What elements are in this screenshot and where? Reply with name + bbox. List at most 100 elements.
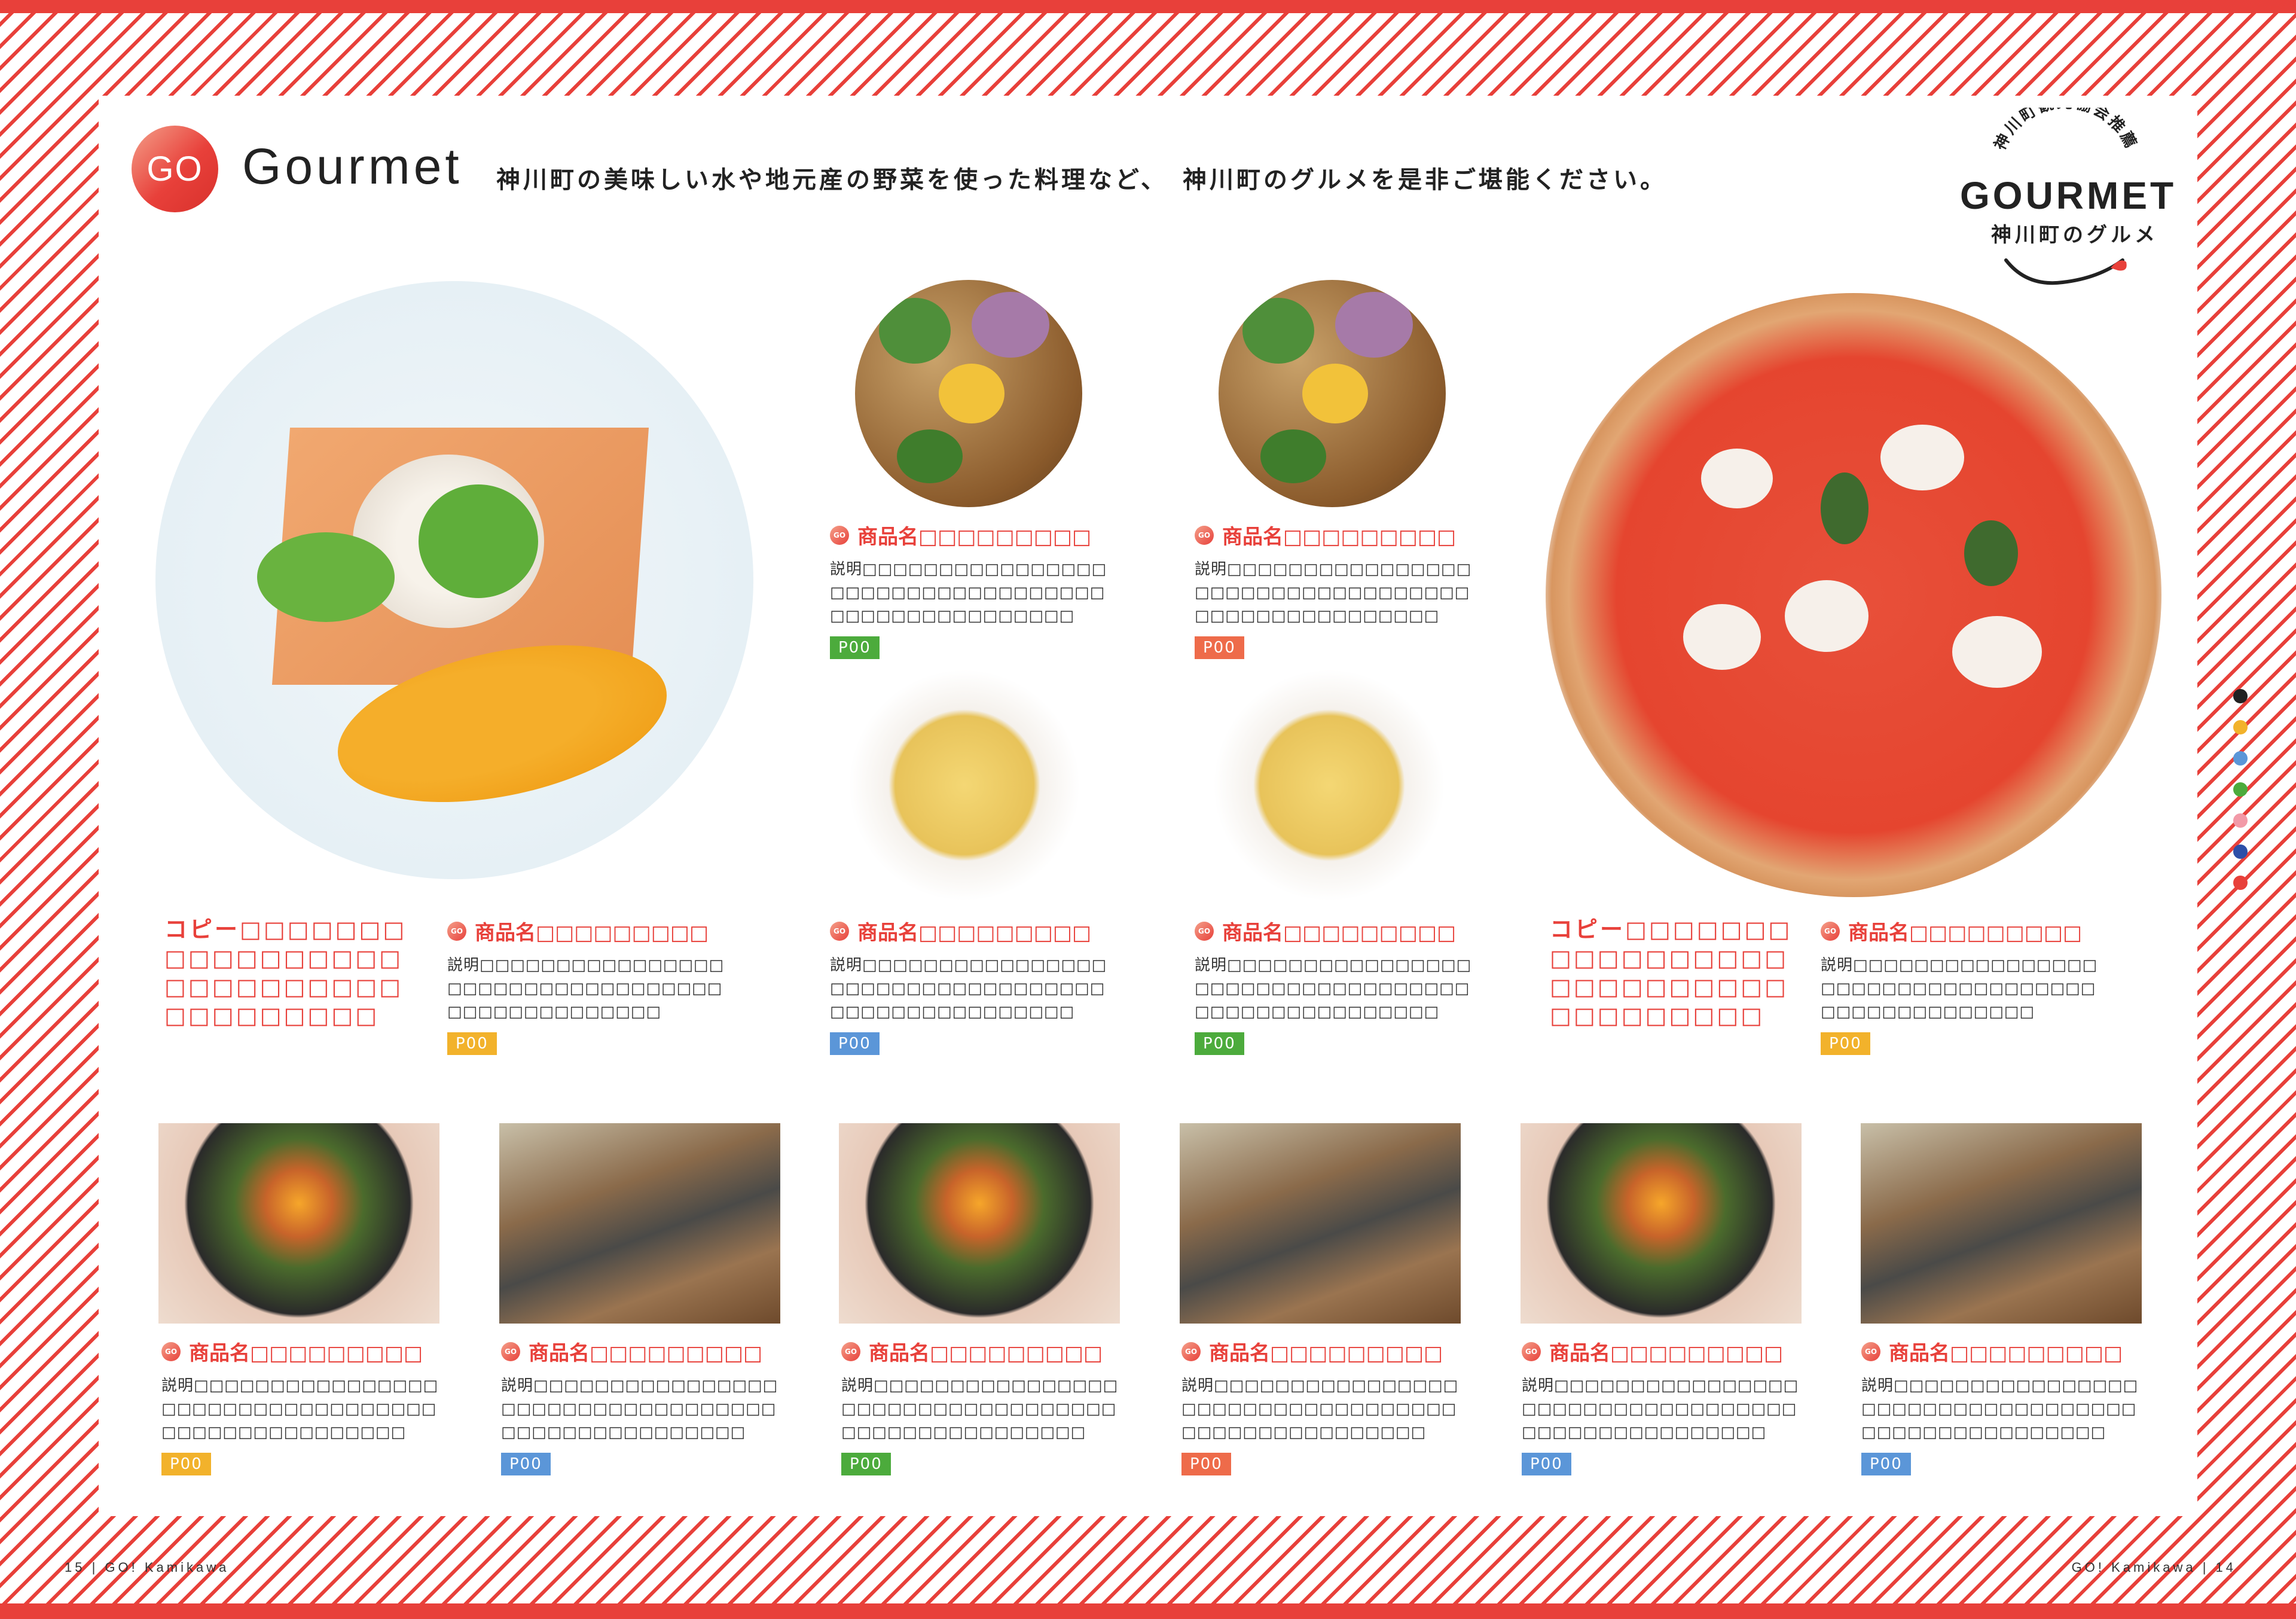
item-name-text: 商品名□□□□□□□□□ [869,1341,1103,1365]
go-mini-icon: GO [1195,921,1214,941]
item-name-text: 商品名□□□□□□□□□ [189,1341,423,1365]
go-mini-icon: GO [830,525,849,545]
go-mini-icon: GO [1522,1341,1541,1361]
go-mini-icon: GO [1861,1341,1880,1361]
logo-main-text: GOURMET [1960,174,2177,217]
item-card: GO 商品名□□□□□□□□□ 説明□□□□□□□□□□□□□□□□□□□□□□□… [830,520,1117,659]
pizza-mozzarella [1785,580,1868,652]
svg-text:神川町観光協会推薦: 神川町観光協会推薦 [1991,108,2141,153]
item-name: GO 商品名□□□□□□□□□ [1821,916,2108,946]
bottom-border-bar [0,1603,2296,1619]
go-mini-icon: GO [1195,525,1214,545]
toast-leaf-right [419,484,538,598]
page-tag: P00 [1861,1453,1911,1475]
go-mini-icon: GO [447,921,466,941]
soup-plate-photo-2 [1213,669,1446,902]
page-tag: P00 [841,1453,891,1475]
pizza-dish-photo [1546,293,2161,897]
go-mini-icon: GO [1821,921,1840,941]
salad-yolk [939,364,1004,423]
item-card: GO 商品名□□□□□□□□□ 説明□□□□□□□□□□□□□□□□□□□□□□□… [1181,1337,1468,1475]
item-card: GO 商品名□□□□□□□□□ 説明□□□□□□□□□□□□□□□□□□□□□□□… [161,1337,448,1475]
index-dot [2233,751,2248,766]
item-name-text: 商品名□□□□□□□□□ [1549,1341,1784,1365]
fish-plate-photo [499,1123,780,1324]
toast-dish-photo [155,281,753,879]
index-dot [2233,689,2248,703]
item-name: GO 商品名□□□□□□□□□ [1861,1337,2148,1366]
item-description: 説明□□□□□□□□□□□□□□□□□□□□□□□□□□□□□□□□□□□□□□… [1195,560,1472,625]
item-name-text: 商品名□□□□□□□□□ [475,921,709,945]
bibimbap-photo [1521,1123,1802,1324]
pizza-mozzarella [1952,616,2042,688]
page-folio-left: 15 | GO! Kamikawa [65,1560,230,1575]
item-name-text: 商品名□□□□□□□□□ [1222,525,1457,549]
item-name-text: 商品名□□□□□□□□□ [529,1341,763,1365]
page-title: Gourmet [242,138,463,194]
copy-text-left: コピー□□□□□□□ □□□□□□□□□□ □□□□□□□□□□ □□□□□□□… [164,916,407,1029]
go-badge: GO [132,126,218,212]
item-card: GO 商品名□□□□□□□□□ 説明□□□□□□□□□□□□□□□□□□□□□□□… [1861,1337,2148,1475]
item-name-text: 商品名□□□□□□□□□ [857,525,1092,549]
item-name-text: 商品名□□□□□□□□□ [1209,1341,1443,1365]
item-card: GO 商品名□□□□□□□□□ 説明□□□□□□□□□□□□□□□□□□□□□□□… [447,916,734,1055]
item-description: 説明□□□□□□□□□□□□□□□□□□□□□□□□□□□□□□□□□□□□□□… [1861,1377,2139,1441]
page-tag: P00 [161,1453,211,1475]
item-name: GO 商品名□□□□□□□□□ [830,916,1117,946]
item-name: GO 商品名□□□□□□□□□ [501,1337,788,1366]
pizza-basil [1821,472,1868,544]
item-name: GO 商品名□□□□□□□□□ [1522,1337,1809,1366]
pizza-basil [1964,520,2018,586]
page-tag: P00 [830,1032,880,1055]
item-name-text: 商品名□□□□□□□□□ [1222,921,1457,945]
page-tag: P00 [830,636,880,659]
go-mini-icon: GO [841,1341,860,1361]
go-mini-icon: GO [501,1341,520,1361]
item-description: 説明□□□□□□□□□□□□□□□□□□□□□□□□□□□□□□□□□□□□□□… [501,1377,778,1441]
salad-greens-2 [897,429,963,483]
logo-sub-text: 神川町のグルメ [1991,223,2158,247]
toast-leaf-left [257,532,395,622]
item-name: GO 商品名□□□□□□□□□ [161,1337,448,1366]
salad-purple [972,292,1049,358]
item-card: GO 商品名□□□□□□□□□ 説明□□□□□□□□□□□□□□□□□□□□□□□… [1195,916,1482,1055]
item-description: 説明□□□□□□□□□□□□□□□□□□□□□□□□□□□□□□□□□□□□□□… [841,1377,1119,1441]
page-tag: P00 [1195,636,1244,659]
salad-yolk [1302,364,1368,423]
item-card: GO 商品名□□□□□□□□□ 説明□□□□□□□□□□□□□□□□□□□□□□□… [841,1337,1128,1475]
item-card: GO 商品名□□□□□□□□□ 説明□□□□□□□□□□□□□□□□□□□□□□□… [1821,916,2108,1055]
item-name: GO 商品名□□□□□□□□□ [447,916,734,946]
item-description: 説明□□□□□□□□□□□□□□□□□□□□□□□□□□□□□□□□□□□□□□… [1821,956,2098,1021]
bibimbap-photo [839,1123,1120,1324]
item-card: GO 商品名□□□□□□□□□ 説明□□□□□□□□□□□□□□□□□□□□□□□… [1522,1337,1809,1475]
item-description: 説明□□□□□□□□□□□□□□□□□□□□□□□□□□□□□□□□□□□□□□… [830,956,1107,1021]
page-tag: P00 [1195,1032,1244,1055]
soup-plate-photo-1 [848,669,1081,902]
pizza-mozzarella [1880,425,1964,490]
item-name: GO 商品名□□□□□□□□□ [841,1337,1128,1366]
page-tag: P00 [1522,1453,1571,1475]
copy-text-right: コピー□□□□□□□ □□□□□□□□□□ □□□□□□□□□□ □□□□□□□… [1550,916,1793,1029]
item-description: 説明□□□□□□□□□□□□□□□□□□□□□□□□□□□□□□□□□□□□□□… [830,560,1107,625]
salad-greens [1242,298,1314,364]
index-dot [2233,876,2248,890]
bibimbap-photo [158,1123,439,1324]
page-tag: P00 [447,1032,497,1055]
item-name: GO 商品名□□□□□□□□□ [1181,1337,1468,1366]
item-name: GO 商品名□□□□□□□□□ [1195,916,1482,946]
item-name-text: 商品名□□□□□□□□□ [1889,1341,2123,1365]
page-tag: P00 [1181,1453,1231,1475]
gourmet-logo: 神川町観光協会推薦 GOURMET 神川町のグルメ [1949,94,2177,305]
index-dot [2233,844,2248,859]
item-card: GO 商品名□□□□□□□□□ 説明□□□□□□□□□□□□□□□□□□□□□□□… [501,1337,788,1475]
salad-greens [879,298,951,364]
pizza-mozzarella [1683,604,1761,670]
fish-plate-photo [1861,1123,2142,1324]
go-mini-icon: GO [830,921,849,941]
salad-purple [1335,292,1413,358]
index-dot [2233,813,2248,828]
page-folio-right: GO! Kamikawa | 14 [2071,1560,2236,1575]
page-tag: P00 [1821,1032,1870,1055]
salad-bowl-photo-2 [1219,280,1446,507]
item-description: 説明□□□□□□□□□□□□□□□□□□□□□□□□□□□□□□□□□□□□□□… [161,1377,439,1441]
